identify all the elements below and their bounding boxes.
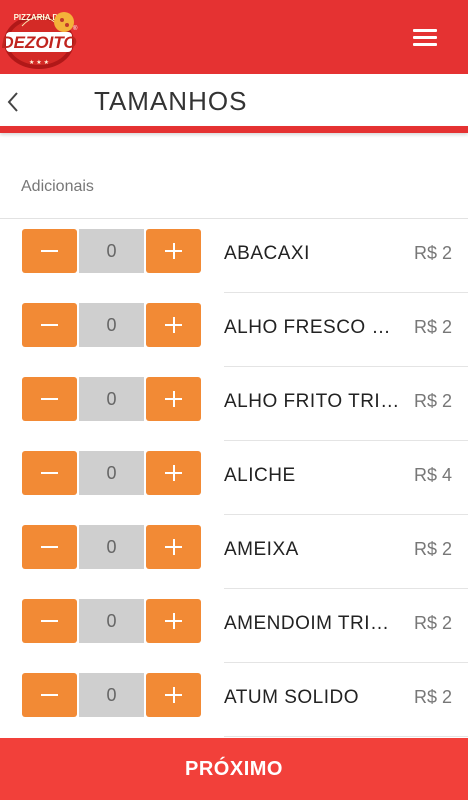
quantity-value: 0	[79, 599, 144, 643]
item-name: ABACAXI	[224, 243, 310, 264]
decrease-button[interactable]	[22, 377, 77, 421]
next-button[interactable]: PRÓXIMO	[0, 738, 468, 800]
item-name: AMEIXA	[224, 539, 299, 560]
list-item: 0 ALHO FRITO TRITURADO R$ 2	[0, 367, 468, 441]
page-title: TAMANHOS	[94, 86, 248, 116]
list-item: 0 ALHO FRESCO FATIADO R$ 2	[0, 293, 468, 367]
increase-button[interactable]	[146, 673, 201, 717]
divider	[224, 736, 468, 737]
increase-button[interactable]	[146, 525, 201, 569]
decrease-button[interactable]	[22, 525, 77, 569]
increase-button[interactable]	[146, 229, 201, 273]
decrease-button[interactable]	[22, 599, 77, 643]
hamburger-menu-icon	[413, 29, 437, 32]
item-price: R$ 2	[413, 243, 452, 263]
list-item: 0 AMENDOIM TRITURADO R$ 2	[0, 589, 468, 663]
item-price: R$ 2	[413, 317, 452, 337]
item-price: R$ 2	[413, 539, 452, 559]
item-name: ALHO FRESCO FATIADO	[224, 317, 400, 338]
list-item: 0 AMEIXA R$ 2	[0, 515, 468, 589]
quantity-value: 0	[79, 229, 144, 273]
list-item: 0 ABACAXI R$ 2	[0, 219, 468, 293]
title-bar: TAMANHOS	[0, 74, 468, 126]
logo-brand-text: DEZOITO	[2, 33, 77, 52]
quantity-value: 0	[79, 451, 144, 495]
increase-button[interactable]	[146, 303, 201, 347]
list-item: 0 ATUM SOLIDO R$ 2	[0, 663, 468, 737]
item-name: ATUM SOLIDO	[224, 687, 359, 708]
item-name: AMENDOIM TRITURADO	[224, 613, 400, 634]
section-label: Adicionais	[21, 178, 94, 195]
list-item: 0 ALICHE R$ 4	[0, 441, 468, 515]
decrease-button[interactable]	[22, 229, 77, 273]
app-bar: PIZZARIA DO DEZOITO ® ★ ★ ★	[0, 0, 468, 74]
pizzaria-do-dezoito-logo: PIZZARIA DO DEZOITO ® ★ ★ ★	[2, 12, 78, 69]
increase-button[interactable]	[146, 451, 201, 495]
quantity-value: 0	[79, 303, 144, 347]
decrease-button[interactable]	[22, 303, 77, 347]
title-underline	[0, 126, 468, 133]
item-name: ALHO FRITO TRITURADO	[224, 391, 400, 412]
increase-button[interactable]	[146, 377, 201, 421]
logo-mark: ®	[73, 25, 78, 32]
item-price: R$ 2	[413, 687, 452, 707]
item-price: R$ 2	[413, 391, 452, 411]
back-button[interactable]	[0, 74, 40, 126]
item-price: R$ 2	[413, 613, 452, 633]
increase-button[interactable]	[146, 599, 201, 643]
item-price: R$ 4	[413, 465, 452, 485]
quantity-value: 0	[79, 525, 144, 569]
chevron-left-icon	[7, 92, 18, 112]
decrease-button[interactable]	[22, 673, 77, 717]
quantity-value: 0	[79, 673, 144, 717]
item-name: ALICHE	[224, 465, 296, 486]
quantity-value: 0	[79, 377, 144, 421]
decrease-button[interactable]	[22, 451, 77, 495]
svg-text:★ ★ ★: ★ ★ ★	[29, 59, 49, 66]
menu-button[interactable]	[406, 22, 444, 52]
